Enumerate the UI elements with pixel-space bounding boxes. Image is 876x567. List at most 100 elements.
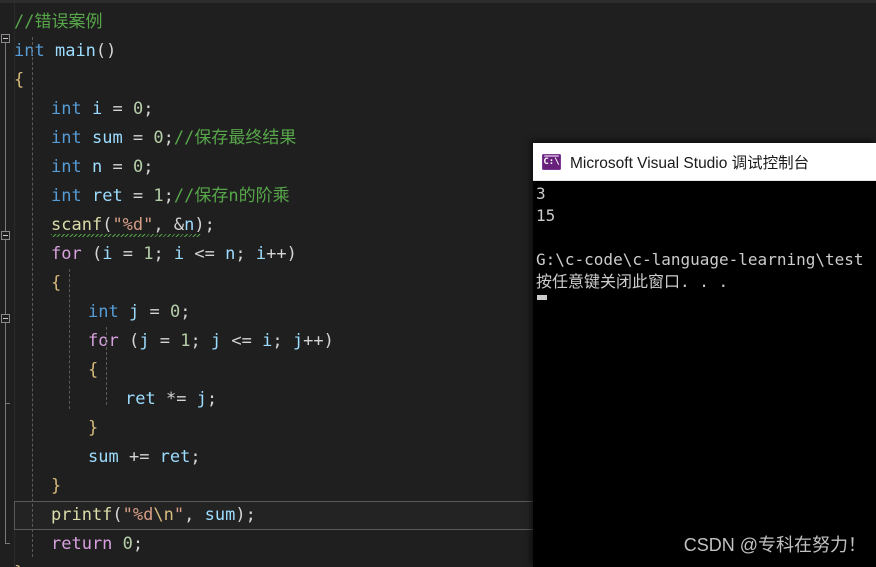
code-line[interactable]: { xyxy=(14,66,24,95)
code-token: scanf xyxy=(51,215,103,235)
fold-region-line xyxy=(5,403,6,543)
code-token: = xyxy=(149,331,181,351)
code-token: int xyxy=(88,302,119,322)
code-token: & xyxy=(173,215,185,235)
code-token: ++ xyxy=(266,244,287,264)
code-line[interactable]: int n = 0; xyxy=(51,153,153,182)
code-line[interactable]: int ret = 1;//保存n的阶乘 xyxy=(51,182,290,211)
code-token: ) xyxy=(194,215,205,235)
indent-guide xyxy=(32,37,34,557)
code-token: for xyxy=(88,331,119,351)
console-app-icon: C:\ xyxy=(542,153,561,170)
console-output-line: G:\c-code\c-language-learning\test xyxy=(536,250,864,269)
code-token: "%d" xyxy=(112,215,154,235)
code-token: ( xyxy=(102,215,113,235)
fold-region-line xyxy=(5,43,6,233)
code-token: += xyxy=(118,447,160,467)
code-token: <= xyxy=(221,331,263,351)
code-token: *= xyxy=(155,389,197,409)
code-line[interactable]: sum += ret; xyxy=(88,443,201,472)
code-line[interactable]: printf("%d\n", sum); xyxy=(51,501,256,530)
code-line[interactable]: { xyxy=(88,356,98,385)
code-token: //错误案例 xyxy=(14,12,103,32)
code-line[interactable]: //错误案例 xyxy=(14,8,102,37)
code-token: j xyxy=(128,302,140,322)
code-token: j xyxy=(139,331,150,351)
fold-toggle-icon[interactable] xyxy=(1,314,10,323)
code-line[interactable]: int i = 0; xyxy=(51,95,153,124)
code-token: main xyxy=(54,41,96,61)
code-token: i xyxy=(173,244,185,264)
code-line[interactable]: } xyxy=(51,472,61,501)
code-token: = xyxy=(122,186,154,206)
code-line[interactable]: int sum = 0;//保存最终结果 xyxy=(51,124,296,153)
code-token: , xyxy=(153,215,174,235)
code-line[interactable]: int main() xyxy=(14,37,116,66)
console-output-area[interactable]: 3 15 G:\c-code\c-language-learning\test 按任意… xyxy=(533,181,876,567)
console-output-line: 按任意键关闭此窗口. . . xyxy=(536,272,729,291)
code-token: = xyxy=(102,99,133,119)
code-line[interactable]: scanf("%d", &n); xyxy=(51,211,215,240)
code-token: ; xyxy=(235,244,256,264)
code-token: ; xyxy=(245,505,256,525)
code-token: j xyxy=(292,331,304,351)
code-token: j xyxy=(196,389,207,409)
code-token: i xyxy=(255,244,267,264)
code-line[interactable]: ret *= j; xyxy=(125,385,217,414)
code-token: = xyxy=(112,244,144,264)
code-token: ; xyxy=(163,186,174,206)
indent-guide xyxy=(106,327,108,405)
console-cursor xyxy=(537,295,547,300)
code-token: //保存n的阶乘 xyxy=(173,186,290,206)
code-line[interactable]: return 0; xyxy=(51,530,143,559)
code-token: printf xyxy=(51,505,113,525)
code-token: int xyxy=(51,99,82,119)
debug-console-window[interactable]: C:\ Microsoft Visual Studio 调试控制台 3 15 G:\… xyxy=(533,143,876,567)
code-token: //保存最终结果 xyxy=(173,128,297,148)
code-line[interactable]: for (j = 1; j <= i; j++) xyxy=(88,327,334,356)
code-line[interactable]: for (i = 1; i <= n; i++) xyxy=(51,240,297,269)
code-token: ret xyxy=(125,389,156,409)
code-token: for xyxy=(51,244,82,264)
code-token: 1 xyxy=(153,186,164,206)
code-line[interactable]: } xyxy=(88,414,98,443)
code-line[interactable]: } xyxy=(14,559,24,567)
code-token: \n xyxy=(153,505,174,525)
code-token: () xyxy=(95,41,117,61)
code-token: ; xyxy=(132,534,144,554)
editor-indicator-margin[interactable] xyxy=(0,3,15,567)
code-token: i xyxy=(102,244,113,264)
code-token: ; xyxy=(153,244,174,264)
code-line[interactable]: int j = 0; xyxy=(88,298,190,327)
code-token: ; xyxy=(143,99,154,119)
fold-toggle-icon[interactable] xyxy=(1,34,10,43)
code-token: ; xyxy=(190,447,201,467)
code-token: ++ xyxy=(303,331,324,351)
code-token: i xyxy=(262,331,273,351)
code-token: int xyxy=(51,128,82,148)
code-token: ( xyxy=(128,331,140,351)
console-title-bar[interactable]: C:\ Microsoft Visual Studio 调试控制台 xyxy=(533,143,876,181)
code-token: ret xyxy=(159,447,191,467)
code-token: 1 xyxy=(180,331,191,351)
console-output-line: 3 xyxy=(536,184,546,203)
code-token: "%d xyxy=(122,505,154,525)
code-token: { xyxy=(88,360,99,380)
code-token: { xyxy=(51,273,62,293)
code-token: n xyxy=(91,157,103,177)
code-token: } xyxy=(14,563,24,567)
code-token: i xyxy=(91,99,103,119)
code-token: int xyxy=(51,157,82,177)
code-token: ( xyxy=(112,505,123,525)
code-token: n xyxy=(184,215,195,235)
fold-toggle-icon[interactable] xyxy=(1,231,10,240)
code-line[interactable]: { xyxy=(51,269,61,298)
code-token: ; xyxy=(143,157,154,177)
